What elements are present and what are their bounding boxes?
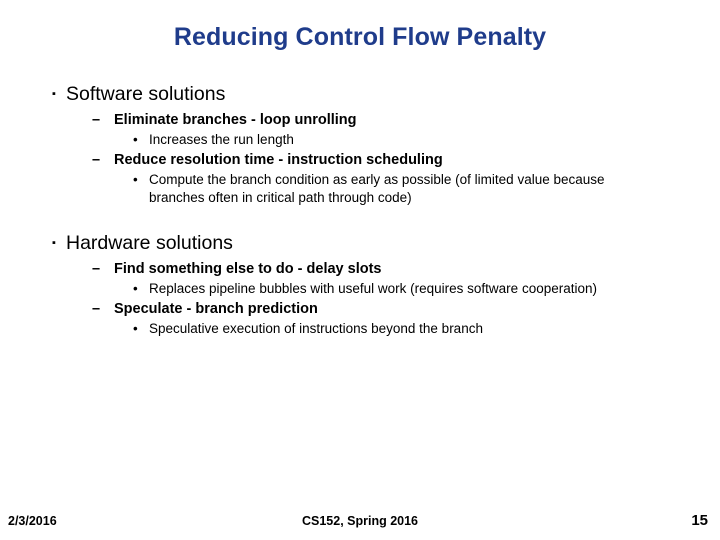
bullet-level2-label: Reduce resolution time - instruction sch… [114, 152, 443, 168]
footer-page-number: 15 [691, 512, 708, 529]
slide-footer: 2/3/2016 CS152, Spring 2016 15 [0, 504, 720, 540]
dot-bullet-icon: • [133, 281, 138, 296]
bullet-level3-increases-run-length: • Increases the run length [0, 131, 720, 149]
footer-course-label: CS152, Spring 2016 [301, 514, 419, 528]
bullet-level1-software-solutions: ▪ Software solutions [0, 82, 720, 107]
bullet-level2-reduce-resolution-time: – Reduce resolution time - instruction s… [0, 149, 720, 171]
bullet-level2-label: Eliminate branches - loop unrolling [114, 112, 357, 128]
square-bullet-icon: ▪ [52, 88, 56, 100]
dash-bullet-icon: – [92, 261, 101, 277]
dot-bullet-icon: • [133, 132, 138, 147]
bullet-level2-label: Speculate - branch prediction [114, 301, 318, 317]
dot-bullet-icon: • [133, 321, 138, 336]
slide-canvas: Reducing Control Flow Penalty ▪ Software… [0, 0, 720, 540]
square-bullet-icon: ▪ [52, 237, 56, 249]
bullet-level3-compute-branch-condition: • Compute the branch condition as early … [0, 171, 720, 207]
bullet-level3-label: Increases the run length [149, 132, 294, 147]
dot-bullet-icon: • [133, 172, 138, 187]
bullet-level2-label: Find something else to do - delay slots [114, 261, 382, 277]
bullet-level2-eliminate-branches: – Eliminate branches - loop unrolling [0, 109, 720, 131]
bullet-level1-label: Software solutions [66, 83, 226, 105]
bullet-level2-speculate-branch-prediction: – Speculate - branch prediction [0, 298, 720, 320]
bullet-level3-label: Speculative execution of instructions be… [149, 321, 483, 336]
dash-bullet-icon: – [92, 301, 101, 317]
bullet-level3-label: Compute the branch condition as early as… [149, 172, 605, 205]
bullet-level2-find-something-else: – Find something else to do - delay slot… [0, 258, 720, 280]
bullet-level3-speculative-execution: • Speculative execution of instructions … [0, 320, 720, 338]
dash-bullet-icon: – [92, 152, 101, 168]
bullet-level1-label: Hardware solutions [66, 232, 233, 254]
page-title: Reducing Control Flow Penalty [173, 23, 547, 51]
bullet-level1-hardware-solutions: ▪ Hardware solutions [0, 231, 720, 256]
bullet-level3-label: Replaces pipeline bubbles with useful wo… [149, 281, 597, 296]
dash-bullet-icon: – [92, 112, 101, 128]
slide-body: ▪ Software solutions – Eliminate branche… [0, 82, 720, 338]
bullet-level3-replaces-pipeline-bubbles: • Replaces pipeline bubbles with useful … [0, 280, 720, 298]
